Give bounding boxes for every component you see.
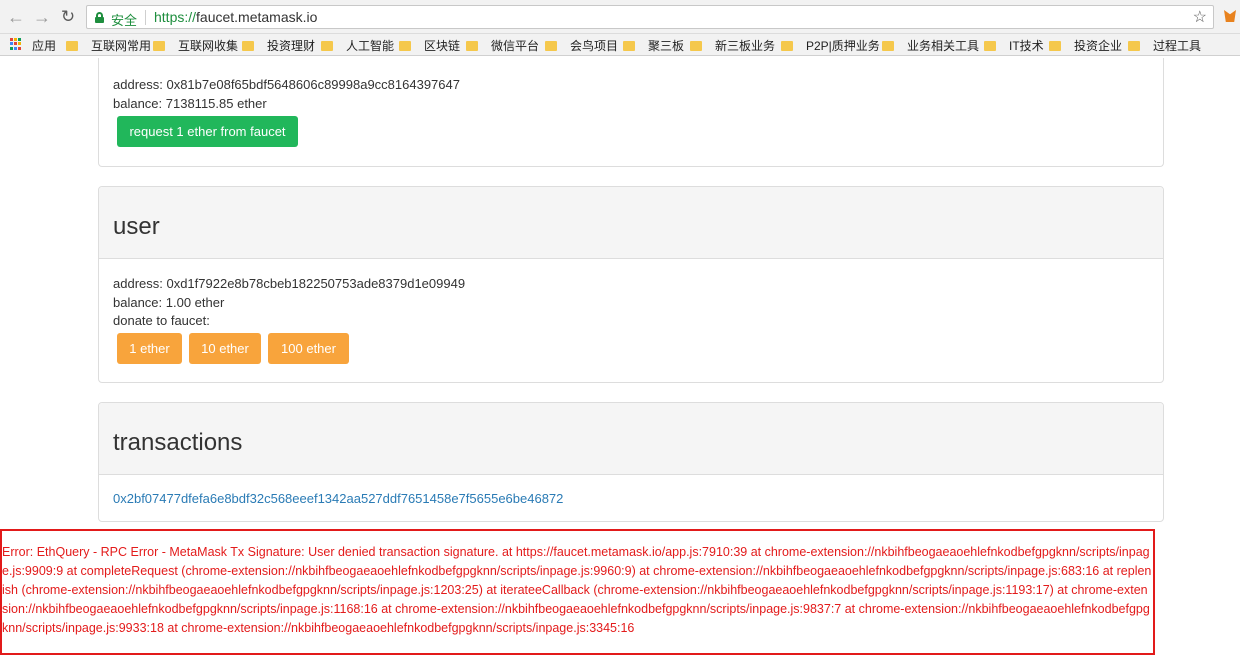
bookmark-apps[interactable]: 应用 — [32, 37, 56, 53]
folder-icon — [321, 41, 333, 51]
url-scheme: https:// — [154, 9, 197, 25]
user-address: address: 0xd1f7922e8b78cbeb182250753ade8… — [113, 276, 466, 291]
reload-icon[interactable]: ↻ — [58, 7, 78, 27]
forward-arrow-icon[interactable]: → — [32, 7, 52, 27]
bookmark-folder[interactable]: 会鸟项目 — [545, 37, 618, 53]
address-bar[interactable]: 安全 https://faucet.metamask.io ☆ — [86, 5, 1214, 29]
bookmark-folder[interactable]: 人工智能 — [321, 37, 394, 53]
transaction-link[interactable]: 0x2bf07477dfefa6e8bdf32c568eeef1342aa527… — [113, 491, 563, 506]
bookmark-folder[interactable]: IT技术 — [984, 37, 1044, 53]
user-panel-header: user — [99, 187, 1163, 259]
folder-icon — [66, 41, 78, 51]
bookmark-folder[interactable]: 微信平台 — [466, 37, 539, 53]
faucet-panel: address: 0x81b7e08f65bdf5648606c89998a9c… — [98, 58, 1164, 167]
user-heading: user — [113, 213, 160, 240]
url-text[interactable]: https://faucet.metamask.io — [154, 9, 317, 25]
donate-100-ether-button[interactable]: 100 ether — [268, 333, 349, 364]
url-host: faucet.metamask.io — [196, 9, 318, 25]
browser-toolbar: ← → ↻ 安全 https://faucet.metamask.io ☆ — [0, 0, 1240, 34]
folder-icon — [882, 41, 894, 51]
bookmark-folder[interactable]: 聚三板 — [623, 37, 684, 53]
metamask-fox-icon[interactable] — [1224, 10, 1236, 22]
request-ether-button[interactable]: request 1 ether from faucet — [117, 116, 298, 147]
bookmark-folder[interactable]: 新三板业务 — [690, 37, 775, 53]
user-balance: balance: 1.00 ether — [113, 295, 225, 310]
apps-grid-icon[interactable] — [10, 38, 22, 50]
folder-icon — [984, 41, 996, 51]
folder-icon — [623, 41, 635, 51]
folder-icon — [153, 41, 165, 51]
folder-icon — [399, 41, 411, 51]
error-message: Error: EthQuery - RPC Error - MetaMask T… — [2, 545, 1152, 635]
back-arrow-icon[interactable]: ← — [6, 7, 26, 27]
transactions-panel-header: transactions — [99, 403, 1163, 475]
transactions-panel: transactions 0x2bf07477dfefa6e8bdf32c568… — [98, 402, 1164, 522]
donate-10-ether-button[interactable]: 10 ether — [189, 333, 261, 364]
donate-1-ether-button[interactable]: 1 ether — [117, 333, 182, 364]
folder-icon — [1128, 41, 1140, 51]
faucet-address: address: 0x81b7e08f65bdf5648606c89998a9c… — [113, 77, 460, 92]
omnibox-divider — [145, 10, 146, 25]
folder-icon — [1049, 41, 1061, 51]
transactions-heading: transactions — [113, 429, 243, 456]
bookmark-folder[interactable]: 业务相关工具 — [882, 37, 979, 53]
lock-icon — [95, 12, 104, 23]
error-message-box: Error: EthQuery - RPC Error - MetaMask T… — [0, 529, 1155, 655]
faucet-balance: balance: 7138115.85 ether — [113, 96, 267, 111]
bookmarks-bar: 应用 互联网常用 互联网收集 投资理财 人工智能 区块链 微信平台 会鸟项目 聚… — [0, 34, 1240, 56]
donate-label: donate to faucet: — [113, 313, 210, 328]
folder-icon — [690, 41, 702, 51]
folder-icon — [781, 41, 793, 51]
security-label: 安全 — [111, 13, 138, 28]
bookmark-star-icon[interactable]: ☆ — [1193, 7, 1207, 27]
bookmark-folder[interactable]: 互联网常用 — [66, 37, 151, 53]
bookmark-folder[interactable]: 区块链 — [399, 37, 460, 53]
bookmark-folder[interactable]: 投资企业 — [1049, 37, 1122, 53]
user-panel: user address: 0xd1f7922e8b78cbeb18225075… — [98, 186, 1164, 383]
folder-icon — [242, 41, 254, 51]
bookmark-folder[interactable]: P2P|质押业务 — [781, 37, 880, 53]
bookmark-folder[interactable]: 过程工具 — [1128, 37, 1201, 53]
folder-icon — [466, 41, 478, 51]
bookmark-folder[interactable]: 投资理财 — [242, 37, 315, 53]
bookmark-folder[interactable]: 互联网收集 — [153, 37, 238, 53]
folder-icon — [545, 41, 557, 51]
